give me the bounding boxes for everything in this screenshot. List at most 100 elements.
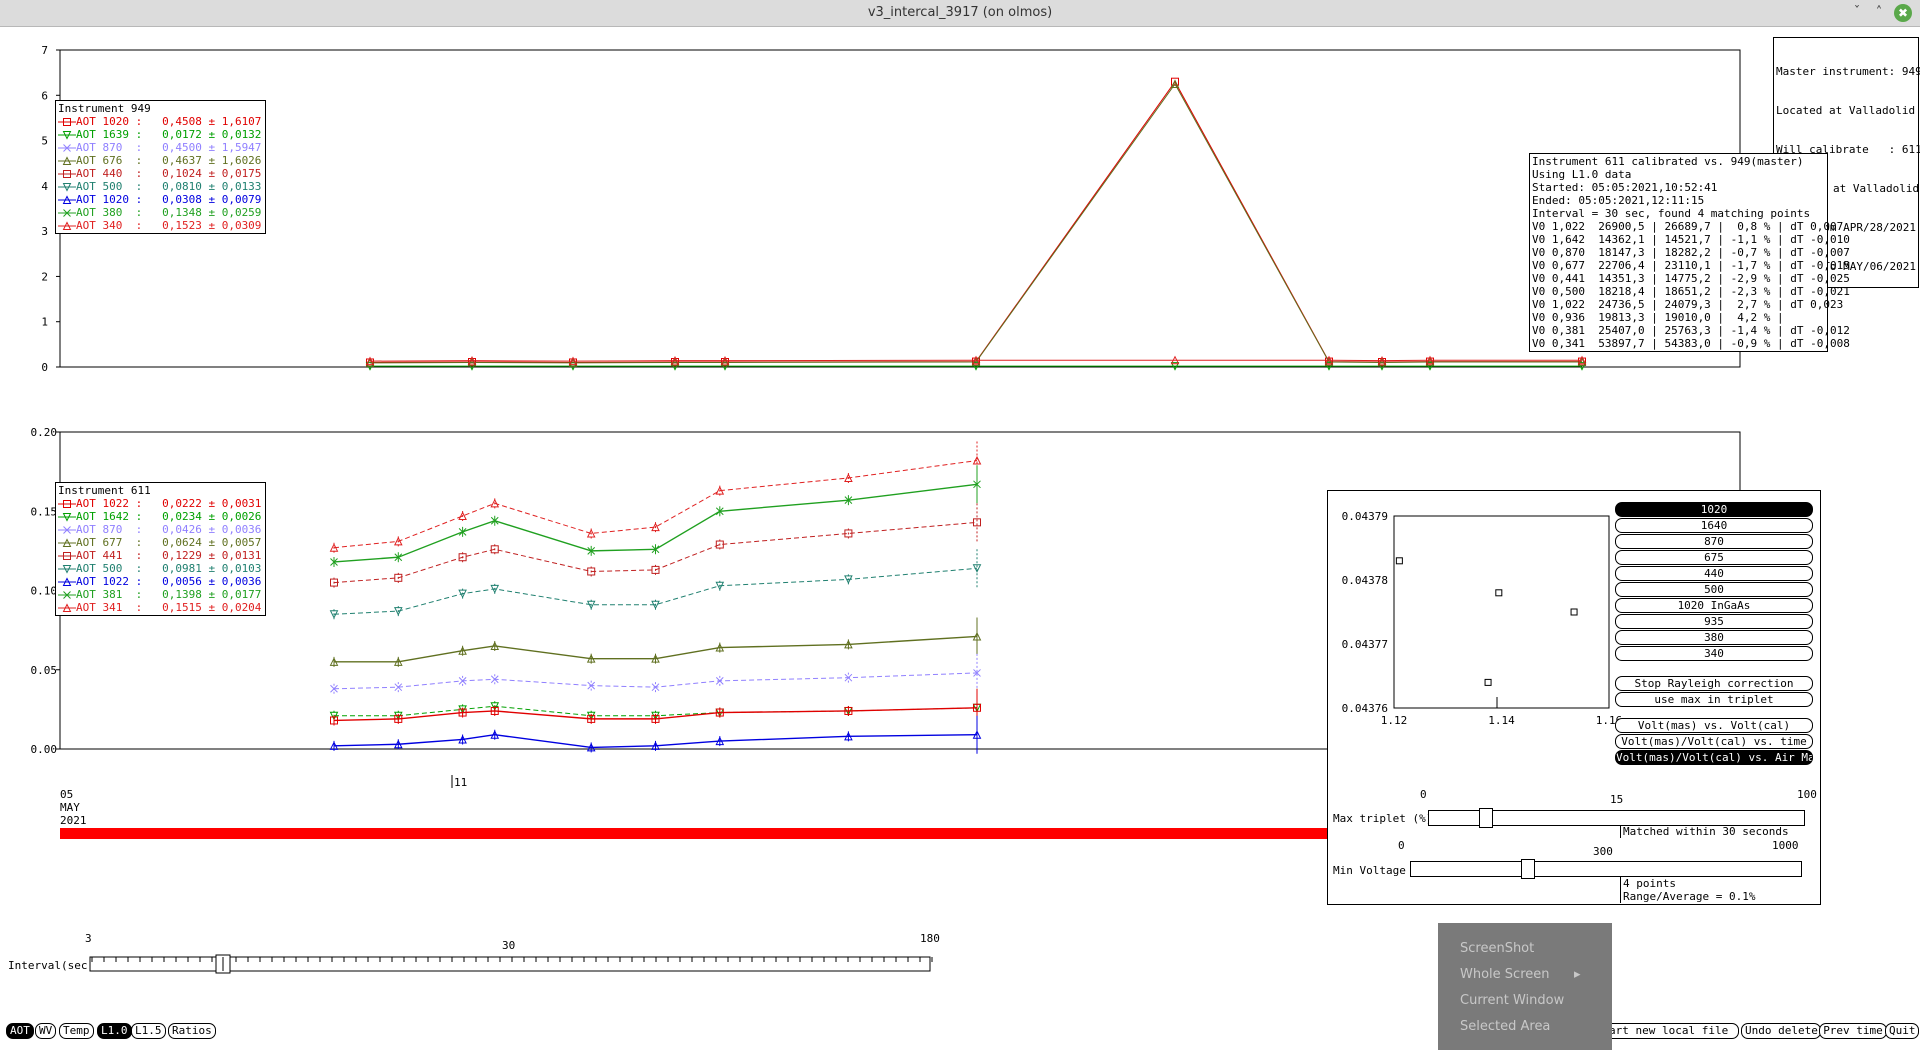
min-voltage-points: 4 points [1620, 877, 1676, 890]
wavelength-button[interactable]: 1020 InGaAs [1615, 598, 1813, 613]
x-tick-label: 11 [454, 776, 467, 789]
date-day: 05 [60, 788, 73, 801]
max-triplet-label: Max triplet (%) [1333, 812, 1433, 825]
legend-item: AOT 1020 : 0,4508 ± 1,6107 [58, 115, 263, 128]
legend-symbol-icon [58, 118, 76, 126]
calibration-line: V0 1,022 24736,5 | 24079,3 | 2,7 % | dT … [1532, 298, 1844, 311]
legend-label: AOT 500 : 0,0810 ± 0,0133 [76, 180, 262, 193]
calibration-line: Started: 05:05:2021,10:52:41 [1532, 181, 1718, 194]
y-tick-label: 0.10 [31, 585, 58, 598]
max-triplet-min: 0 [1420, 788, 1427, 801]
menu-selected-area[interactable]: Selected Area [1460, 1019, 1550, 1034]
legend-symbol-icon [58, 565, 76, 574]
interval-mid: 30 [502, 939, 515, 952]
tab-temp[interactable]: Temp [59, 1023, 94, 1039]
max-triplet-mid: 15 [1610, 793, 1624, 806]
legend-item: AOT 341 : 0,1515 ± 0,0204 [58, 601, 263, 614]
min-voltage-min: 0 [1398, 839, 1405, 852]
wavelength-button[interactable]: 675 [1615, 550, 1813, 565]
legend-label: AOT 870 : 0,4500 ± 1,5947 [76, 141, 262, 154]
undo-delete-button[interactable]: Undo delete [1741, 1023, 1821, 1039]
legend-item: AOT 340 : 0,1523 ± 0,0309 [58, 219, 263, 232]
y-tick-label: 7 [41, 44, 48, 57]
legend-symbol-icon [58, 538, 76, 547]
series-line [333, 460, 978, 549]
legend-item: AOT 441 : 0,1229 ± 0,0131 [58, 549, 263, 562]
interval-min: 3 [85, 932, 92, 945]
series-line [334, 635, 978, 663]
wavelength-button[interactable]: 340 [1615, 646, 1813, 661]
interval-max: 180 [920, 932, 940, 945]
legend-label: AOT 1639 : 0,0172 ± 0,0132 [76, 128, 262, 141]
menu-whole-screen[interactable]: Whole Screen [1460, 967, 1549, 982]
rayleigh-button[interactable]: Stop Rayleigh correction [1615, 676, 1813, 691]
legend-symbol-icon [58, 513, 76, 522]
legend-label: AOT 677 : 0,0624 ± 0,0057 [76, 536, 262, 549]
legend-item: AOT 677 : 0,0624 ± 0,0057 [58, 536, 263, 549]
submenu-arrow-icon: ▸ [1574, 967, 1581, 982]
wavelength-button[interactable]: 440 [1615, 566, 1813, 581]
legend-item: AOT 500 : 0,0810 ± 0,0133 [58, 180, 263, 193]
legend-label: AOT 341 : 0,1515 ± 0,0204 [76, 601, 262, 614]
legend-item: AOT 870 : 0,4500 ± 1,5947 [58, 141, 263, 154]
y-tick-label: 6 [41, 89, 48, 102]
volt-vs-time-button[interactable]: Volt(mas)/Volt(cal) vs. time [1615, 734, 1813, 749]
menu-current-window[interactable]: Current Window [1460, 993, 1564, 1008]
wavelength-button[interactable]: 1640 [1615, 518, 1813, 533]
calibration-line: Ended: 05:05:2021,12:11:15 [1532, 194, 1705, 207]
min-voltage-max: 1000 [1772, 839, 1799, 852]
quit-button[interactable]: Quit [1885, 1023, 1919, 1039]
min-voltage-slider[interactable] [1410, 861, 1802, 877]
y-tick-label: 3 [41, 225, 48, 238]
wavelength-button[interactable]: 935 [1615, 614, 1813, 629]
legend-symbol-icon [58, 144, 76, 152]
legend-symbol-icon [58, 577, 76, 586]
volt-vs-airmass-button[interactable]: Volt(mas)/Volt(cal) vs. Air Mass [1615, 750, 1813, 765]
legend-symbol-icon [58, 591, 76, 599]
y-tick-label: 0.00 [31, 743, 58, 756]
min-voltage-mid: 300 [1593, 845, 1613, 858]
max-triplet-thumb[interactable] [1479, 808, 1493, 828]
series-line [369, 83, 1582, 364]
y-tick-label: 5 [41, 135, 48, 148]
tab-ratios[interactable]: Ratios [168, 1023, 216, 1039]
tab-l15[interactable]: L1.5 [131, 1023, 166, 1039]
legend-symbol-icon [58, 131, 76, 140]
legend-instrument-949: Instrument 949 AOT 1020 : 0,4508 ± 1,6107… [55, 100, 266, 234]
use-max-triplet-button[interactable]: use max in triplet [1615, 692, 1813, 707]
menu-screenshot[interactable]: ScreenShot [1460, 941, 1534, 956]
tab-l10[interactable]: L1.0 [97, 1023, 132, 1039]
calibration-line: V0 0,341 53897,7 | 54383,0 | -0,9 % | dT… [1532, 337, 1850, 350]
legend-item: AOT 870 : 0,0426 ± 0,0036 [58, 523, 263, 536]
tab-aot[interactable]: AOT [6, 1023, 34, 1039]
calibration-line: V0 0,500 18218,4 | 18651,2 | -2,3 % | dT… [1532, 285, 1850, 298]
wavelength-button[interactable]: 380 [1615, 630, 1813, 645]
wavelength-button[interactable]: 870 [1615, 534, 1813, 549]
legend-label: AOT 440 : 0,1024 ± 0,0175 [76, 167, 262, 180]
legend-item: AOT 676 : 0,4637 ± 1,6026 [58, 154, 263, 167]
info-master-location: Located at Valladolid [1776, 104, 1916, 117]
wavelength-button[interactable]: 500 [1615, 582, 1813, 597]
legend-instrument-611: Instrument 611 AOT 1022 : 0,0222 ± 0,0031… [55, 482, 266, 616]
prev-time-button[interactable]: Prev time [1819, 1023, 1887, 1039]
max-triplet-max: 100 [1797, 788, 1817, 801]
calibration-line: Interval = 30 sec, found 4 matching poin… [1532, 207, 1811, 220]
volt-vs-volt-button[interactable]: Volt(mas) vs. Volt(cal) [1615, 718, 1813, 733]
y-tick-label: 0.15 [31, 505, 58, 518]
calibration-line: V0 0,870 18147,3 | 18282,2 | -0,7 % | dT… [1532, 246, 1850, 259]
top-chart-frame [59, 49, 1741, 368]
time-range-bar[interactable] [60, 828, 1330, 839]
wavelength-button[interactable]: 1020 [1615, 502, 1813, 517]
legend-item: AOT 1642 : 0,0234 ± 0,0026 [58, 510, 263, 523]
y-tick-label: 0.05 [31, 664, 58, 677]
legend-label: AOT 1022 : 0,0222 ± 0,0031 [76, 497, 262, 510]
min-voltage-thumb[interactable] [1521, 859, 1535, 879]
legend-symbol-icon [58, 170, 76, 178]
legend-label: AOT 441 : 0,1229 ± 0,0131 [76, 549, 262, 562]
legend-symbol-icon [58, 526, 76, 534]
legend-label: AOT 870 : 0,0426 ± 0,0036 [76, 523, 262, 536]
date-year: 2021 [60, 814, 87, 827]
tab-wv[interactable]: WV [35, 1023, 57, 1039]
legend-symbol-icon [58, 209, 76, 217]
calibration-line: Using L1.0 data [1532, 168, 1632, 181]
